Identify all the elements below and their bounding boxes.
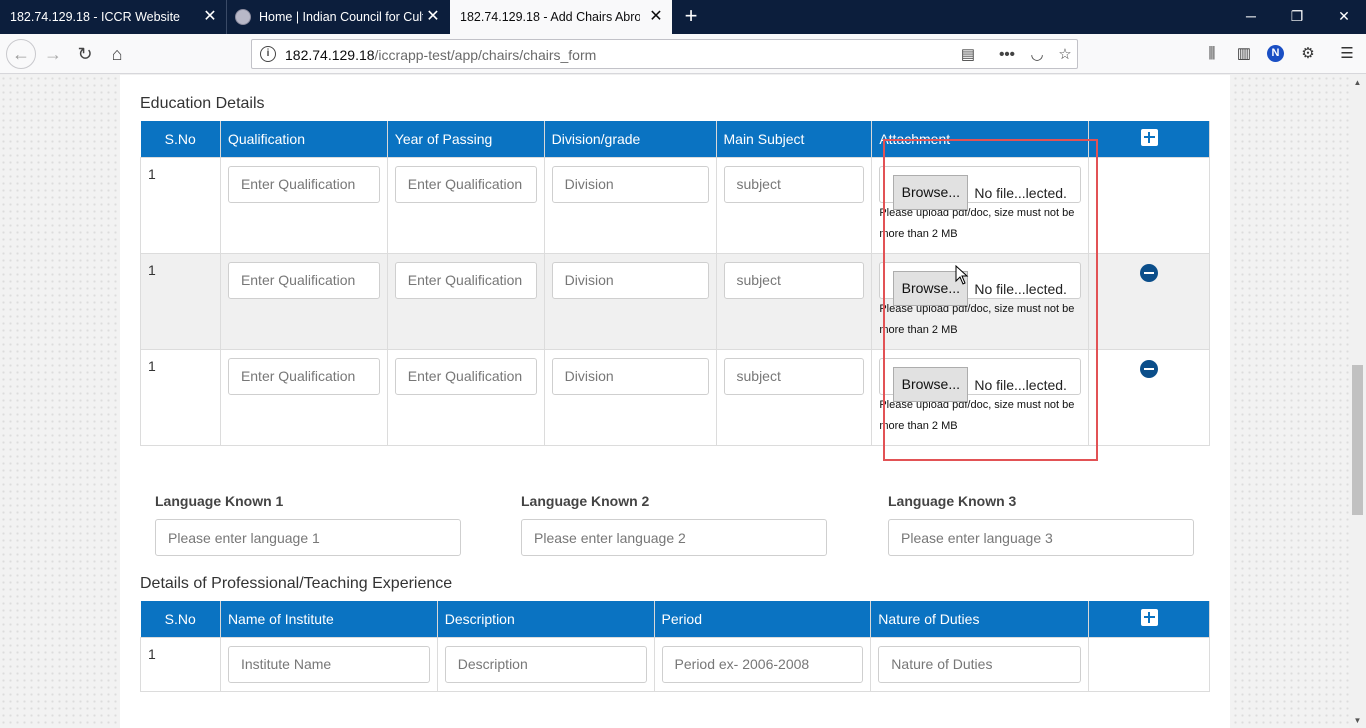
close-tab-icon[interactable]: ✕ bbox=[425, 9, 441, 25]
menu-icon[interactable]: ☰ bbox=[1337, 44, 1357, 64]
back-icon[interactable]: ← bbox=[6, 39, 36, 69]
col-qualification: Qualification bbox=[220, 121, 388, 157]
url-bar[interactable]: i 182.74.129.18/iccrapp-test/app/chairs/… bbox=[251, 39, 1078, 69]
extension-icon[interactable]: ⚙ bbox=[1298, 44, 1318, 64]
iccr-favicon-icon bbox=[235, 9, 251, 25]
period-input[interactable] bbox=[661, 645, 864, 683]
new-tab-icon[interactable]: + bbox=[680, 5, 702, 27]
col-nature-of-duties: Nature of Duties bbox=[870, 601, 1090, 637]
table-row: 1 Browse... No file...lected. Please upl… bbox=[140, 252, 1210, 350]
tab-iccr-home[interactable]: Home | Indian Council for Cultural Relat… bbox=[226, 0, 449, 34]
row-sno: 1 bbox=[140, 252, 221, 350]
education-table: S.No Qualification Year of Passing Divis… bbox=[140, 121, 1210, 446]
qualification-input[interactable] bbox=[227, 165, 380, 203]
experience-header-row: S.No Name of Institute Description Perio… bbox=[140, 601, 1210, 637]
language-2-label: Language Known 2 bbox=[521, 493, 650, 509]
institute-name-input[interactable] bbox=[227, 645, 430, 683]
minimize-icon[interactable]: ─ bbox=[1241, 6, 1261, 26]
col-description: Description bbox=[437, 601, 655, 637]
col-sno: S.No bbox=[140, 121, 221, 157]
experience-table: S.No Name of Institute Description Perio… bbox=[140, 601, 1210, 692]
file-input[interactable]: Browse... No file...lected. bbox=[879, 261, 1082, 306]
education-section-title: Education Details bbox=[140, 95, 265, 112]
year-of-passing-input[interactable] bbox=[394, 165, 537, 203]
qualification-input[interactable] bbox=[227, 357, 380, 395]
more-icon[interactable]: ••• bbox=[997, 45, 1017, 65]
restore-icon[interactable]: ❐ bbox=[1287, 6, 1307, 26]
file-status: No file...lected. bbox=[974, 184, 1067, 201]
division-input[interactable] bbox=[551, 165, 709, 203]
close-window-icon[interactable]: ✕ bbox=[1334, 6, 1354, 26]
year-of-passing-input[interactable] bbox=[394, 357, 537, 395]
col-sno: S.No bbox=[140, 601, 221, 637]
experience-section-title: Details of Professional/Teaching Experie… bbox=[140, 575, 453, 592]
qualification-input[interactable] bbox=[227, 261, 380, 299]
language-2-input[interactable] bbox=[521, 519, 827, 556]
language-3-input[interactable] bbox=[888, 519, 1194, 556]
language-3-label: Language Known 3 bbox=[888, 493, 1017, 509]
col-attachment: Attachment bbox=[871, 121, 1090, 157]
description-input[interactable] bbox=[444, 645, 647, 683]
reload-icon[interactable]: ↻ bbox=[72, 41, 98, 67]
browse-button[interactable]: Browse... bbox=[893, 366, 969, 402]
tab-add-chairs-abroad[interactable]: 182.74.129.18 - Add Chairs Abroad ✕ bbox=[450, 0, 672, 34]
education-header-row: S.No Qualification Year of Passing Divis… bbox=[140, 121, 1210, 157]
sidebar-icon[interactable]: ▥ bbox=[1234, 44, 1254, 64]
forward-icon[interactable]: → bbox=[40, 41, 66, 67]
col-name-of-institute: Name of Institute bbox=[220, 601, 438, 637]
tab-bar: 182.74.129.18 - ICCR Website ✕ Home | In… bbox=[0, 0, 1366, 34]
url-text[interactable]: 182.74.129.18/iccrapp-test/app/chairs/ch… bbox=[285, 47, 596, 63]
bookmark-star-icon[interactable]: ☆ bbox=[1055, 45, 1075, 65]
subject-input[interactable] bbox=[723, 165, 865, 203]
add-experience-row-icon[interactable] bbox=[1140, 608, 1158, 626]
language-1-label: Language Known 1 bbox=[155, 493, 284, 509]
subject-input[interactable] bbox=[723, 261, 865, 299]
col-period: Period bbox=[654, 601, 872, 637]
file-input[interactable]: Browse... No file...lected. bbox=[879, 165, 1082, 210]
file-status: No file...lected. bbox=[974, 280, 1067, 297]
file-input[interactable]: Browse... No file...lected. bbox=[879, 357, 1082, 402]
navigation-bar: ← → ↻ ⌂ i 182.74.129.18/iccrapp-test/app… bbox=[0, 34, 1366, 74]
file-status: No file...lected. bbox=[974, 376, 1067, 393]
col-main-subject: Main Subject bbox=[716, 121, 873, 157]
scroll-up-icon[interactable]: ▲ bbox=[1352, 78, 1363, 88]
add-education-row-icon[interactable] bbox=[1140, 128, 1158, 146]
table-row: 1 bbox=[140, 636, 1210, 692]
table-row: 1 Browse... No file...lected. Please upl… bbox=[140, 348, 1210, 446]
scroll-down-icon[interactable]: ▼ bbox=[1352, 716, 1363, 726]
language-1-input[interactable] bbox=[155, 519, 461, 556]
nature-of-duties-input[interactable] bbox=[878, 645, 1082, 683]
account-icon[interactable]: N bbox=[1267, 45, 1284, 62]
division-input[interactable] bbox=[551, 261, 709, 299]
row-sno: 1 bbox=[140, 156, 221, 254]
table-row: 1 Browse... No file...lected. Please upl… bbox=[140, 156, 1210, 254]
subject-input[interactable] bbox=[723, 357, 865, 395]
scrollbar-thumb[interactable] bbox=[1352, 365, 1363, 515]
remove-row-icon[interactable] bbox=[1140, 263, 1159, 282]
browse-button[interactable]: Browse... bbox=[893, 174, 969, 210]
row-sno: 1 bbox=[140, 636, 221, 692]
home-icon[interactable]: ⌂ bbox=[104, 41, 130, 67]
close-tab-icon[interactable]: ✕ bbox=[202, 9, 218, 25]
library-icon[interactable]: ⫼ bbox=[1202, 44, 1222, 64]
close-tab-icon[interactable]: ✕ bbox=[648, 9, 664, 25]
remove-row-icon[interactable] bbox=[1140, 359, 1159, 378]
pocket-icon[interactable]: ◡ bbox=[1027, 45, 1047, 65]
reader-icon[interactable]: ▤ bbox=[958, 45, 978, 65]
division-input[interactable] bbox=[551, 357, 709, 395]
col-division-grade: Division/grade bbox=[544, 121, 717, 157]
row-sno: 1 bbox=[140, 348, 221, 446]
year-of-passing-input[interactable] bbox=[394, 261, 537, 299]
mouse-cursor-icon bbox=[955, 265, 969, 285]
col-year-of-passing: Year of Passing bbox=[387, 121, 545, 157]
info-icon[interactable]: i bbox=[260, 46, 276, 62]
tab-iccr-website[interactable]: 182.74.129.18 - ICCR Website ✕ bbox=[0, 0, 226, 34]
